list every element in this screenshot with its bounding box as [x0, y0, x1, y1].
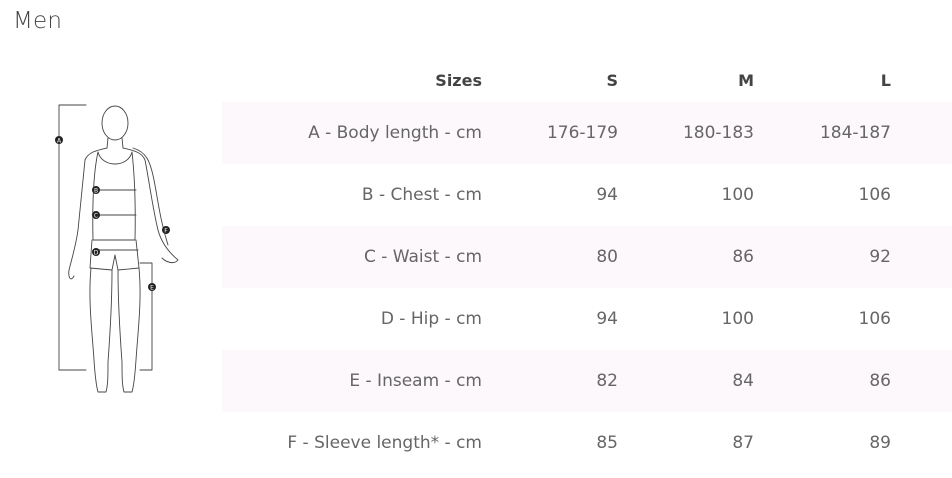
value-l: 106: [858, 185, 891, 205]
value-l: 86: [869, 371, 891, 391]
value-s: 94: [596, 185, 618, 205]
row-label: C - Waist - cm: [363, 247, 482, 267]
header-size-m: M: [738, 70, 754, 90]
row-label: A - Body length - cm: [308, 123, 482, 143]
header-size-l: L: [880, 70, 891, 90]
value-l: 92: [869, 247, 891, 267]
value-s: 85: [596, 433, 618, 453]
header-size-s: S: [606, 70, 618, 90]
row-label: E - Inseam - cm: [349, 371, 482, 391]
value-m: 100: [721, 309, 754, 329]
header-sizes: Sizes: [435, 70, 482, 90]
value-m: 180-183: [682, 123, 754, 143]
row-label: B - Chest - cm: [361, 185, 482, 205]
table-row: E - Inseam - cm 82 84 86: [222, 350, 952, 412]
value-s: 80: [596, 247, 618, 267]
value-l: 106: [858, 309, 891, 329]
marker-c-label: C: [94, 213, 98, 220]
body-measurement-figure: A B C D E F: [55, 104, 179, 393]
table-header-row: Sizes S M L: [222, 58, 952, 102]
marker-e-label: E: [150, 285, 154, 292]
value-s: 82: [596, 371, 618, 391]
size-chart-table: Sizes S M L A - Body length - cm 176-179…: [222, 58, 952, 474]
table-row: A - Body length - cm 176-179 180-183 184…: [222, 102, 952, 164]
marker-b-label: B: [94, 188, 98, 195]
row-label: F - Sleeve length* - cm: [287, 433, 482, 453]
value-m: 100: [721, 185, 754, 205]
value-s: 176-179: [546, 123, 618, 143]
value-m: 87: [732, 433, 754, 453]
page-title: Men: [13, 8, 63, 34]
marker-f-label: F: [164, 228, 168, 235]
marker-d-label: D: [94, 250, 99, 257]
value-l: 184-187: [819, 123, 891, 143]
table-row: D - Hip - cm 94 100 106: [222, 288, 952, 350]
table-row: F - Sleeve length* - cm 85 87 89: [222, 412, 952, 474]
table-row: C - Waist - cm 80 86 92: [222, 226, 952, 288]
value-l: 89: [869, 433, 891, 453]
value-m: 86: [732, 247, 754, 267]
table-row: B - Chest - cm 94 100 106: [222, 164, 952, 226]
value-s: 94: [596, 309, 618, 329]
row-label: D - Hip - cm: [380, 309, 482, 329]
value-m: 84: [732, 371, 754, 391]
